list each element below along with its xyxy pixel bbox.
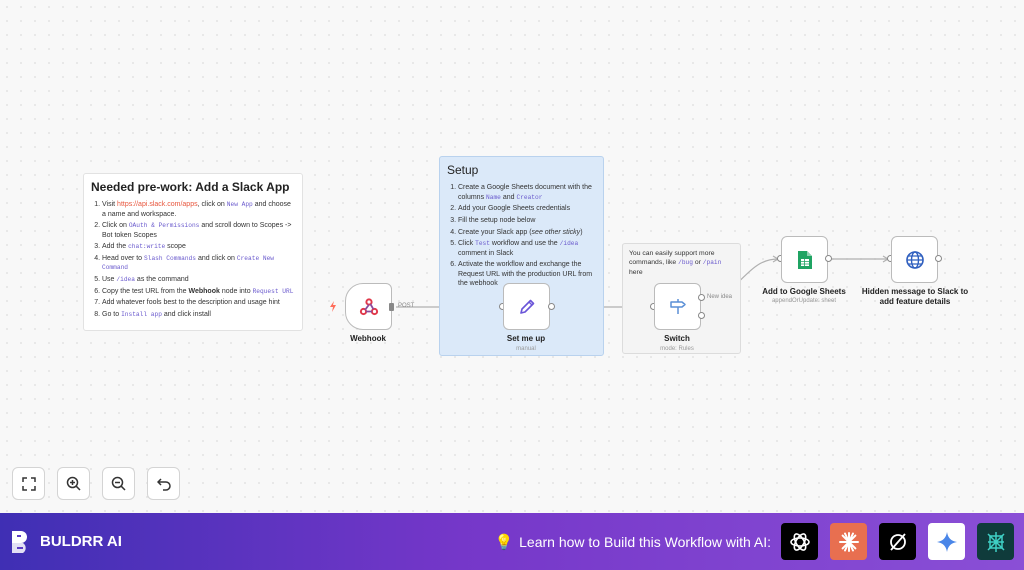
perplexity-icon: [889, 532, 906, 551]
switch-output-port-new-idea[interactable]: [698, 294, 705, 301]
zoom-out-icon: [111, 476, 126, 491]
setup-step: Fill the setup node below: [458, 216, 596, 225]
pencil-icon: [519, 299, 534, 314]
prework-step: Go to Install app and click install: [102, 310, 295, 319]
http-label: Hidden message to Slack to add feature d…: [861, 287, 969, 306]
chatgpt-button[interactable]: [781, 523, 818, 560]
sheets-node[interactable]: [781, 236, 828, 283]
prework-steps: Visit https://api.slack.com/apps, click …: [91, 200, 295, 319]
gemini-icon: [936, 531, 957, 552]
deepseek-button[interactable]: [977, 523, 1014, 560]
chatgpt-icon: [789, 532, 810, 551]
claude-button[interactable]: [830, 523, 867, 560]
fit-view-icon: [21, 476, 36, 491]
setme-output-port[interactable]: [548, 303, 555, 310]
switch-label: Switch: [664, 334, 690, 343]
deepseek-icon: [986, 531, 1005, 552]
http-node[interactable]: [891, 236, 938, 283]
buldrr-logo-icon: [12, 530, 27, 553]
brand[interactable]: BULDRR AI: [10, 529, 122, 555]
webhook-edge-label: POST: [398, 303, 415, 309]
workflow-canvas[interactable]: Needed pre-work: Add a Slack App Visit h…: [0, 0, 1024, 513]
learn-label: Learn how to Build this Workflow with AI…: [519, 533, 771, 550]
prework-title: Needed pre-work: Add a Slack App: [91, 180, 290, 194]
prework-step: Add whatever fools best to the descripti…: [102, 298, 295, 307]
google-sheets-icon: [797, 250, 812, 269]
slack-apps-link[interactable]: https://api.slack.com/apps: [117, 201, 198, 208]
webhook-node[interactable]: [345, 283, 392, 330]
fit-view-button[interactable]: [12, 467, 45, 500]
gemini-button[interactable]: [928, 523, 965, 560]
undo-button[interactable]: [147, 467, 180, 500]
http-output-port[interactable]: [935, 255, 942, 262]
prework-step: Use /idea as the command: [102, 275, 295, 284]
webhook-label: Webhook: [350, 334, 386, 343]
setup-steps: Create a Google Sheets document with the…: [447, 183, 596, 288]
ai-icons: [781, 523, 1014, 560]
claude-icon: [838, 531, 859, 552]
switch-sublabel: mode: Rules: [660, 346, 694, 352]
setme-label: Set me up: [506, 334, 546, 343]
setup-step: Add your Google Sheets credentials: [458, 204, 596, 213]
sheets-sublabel: appendOrUpdate: sheet: [771, 298, 837, 304]
brand-name: BULDRR AI: [40, 533, 122, 550]
lightbulb-icon: 💡: [494, 533, 514, 551]
perplexity-button[interactable]: [879, 523, 916, 560]
switch-node[interactable]: [654, 283, 701, 330]
setup-step: Create a Google Sheets document with the…: [458, 183, 596, 202]
sheets-label: Add to Google Sheets: [762, 287, 846, 296]
setup-title: Setup: [447, 163, 479, 177]
sheets-output-port[interactable]: [825, 255, 832, 262]
zoom-in-button[interactable]: [57, 467, 90, 500]
setme-node[interactable]: [503, 283, 550, 330]
zoom-out-button[interactable]: [102, 467, 135, 500]
prework-step: Visit https://api.slack.com/apps, click …: [102, 200, 295, 219]
lightning-icon: [330, 301, 336, 312]
canvas-controls: [12, 467, 180, 500]
prework-step: Add the chat:write scope: [102, 242, 295, 251]
setup-step: Create your Slack app (see other sticky): [458, 228, 596, 237]
setme-sublabel: manual: [516, 346, 536, 352]
switch-signpost-icon: [669, 298, 686, 314]
prework-step: Head over to Slash Commands and click on…: [102, 254, 295, 273]
webhook-output-port[interactable]: [389, 303, 394, 311]
learn-text: 💡 Learn how to Build this Workflow with …: [494, 533, 771, 551]
globe-icon: [905, 250, 924, 269]
setup-step: Click Test workflow and use the /idea co…: [458, 239, 596, 258]
switch-edge-label: New idea: [707, 294, 733, 300]
webhook-icon: [359, 297, 378, 315]
prework-step: Click on OAuth & Permissions and scroll …: [102, 221, 295, 240]
zoom-in-icon: [66, 476, 81, 491]
undo-icon: [156, 477, 171, 491]
switch-output-port-fallback[interactable]: [698, 312, 705, 319]
footer-banner: BULDRR AI 💡 Learn how to Build this Work…: [0, 513, 1024, 570]
sticky-prework[interactable]: Needed pre-work: Add a Slack App Visit h…: [83, 173, 303, 331]
prework-step: Copy the test URL from the Webhook node …: [102, 287, 295, 296]
